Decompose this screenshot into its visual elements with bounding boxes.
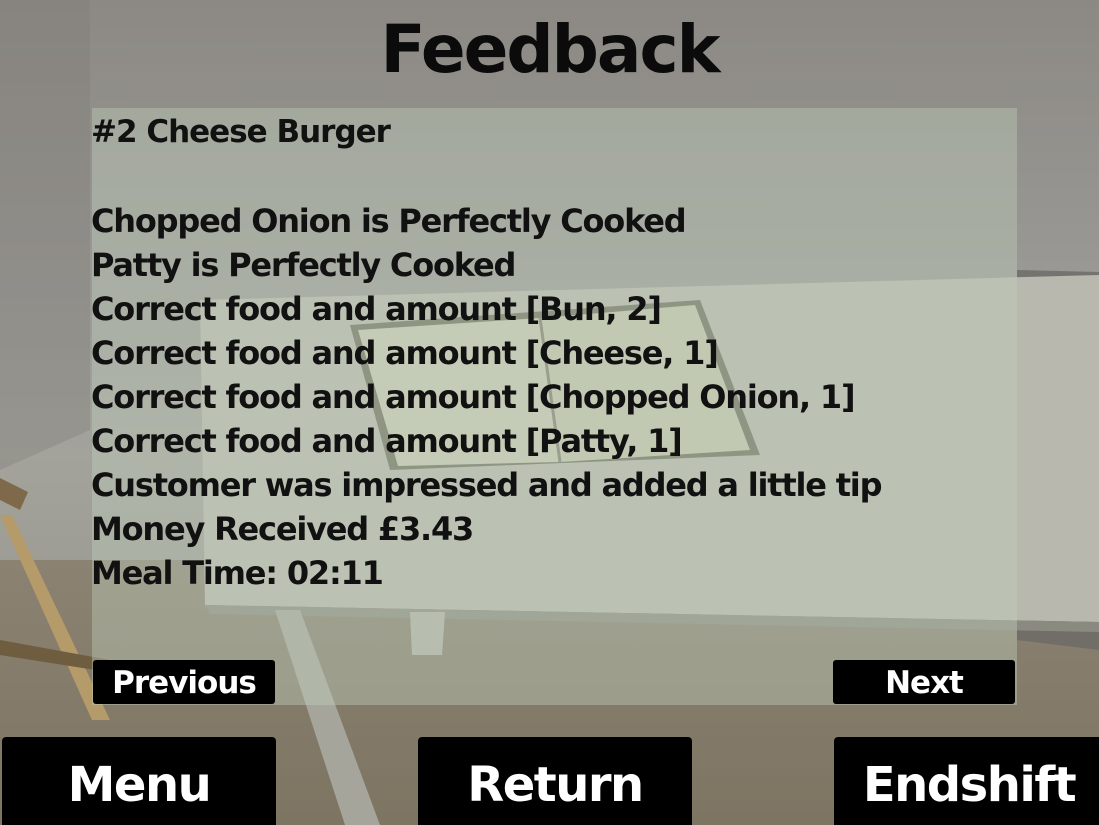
order-title: #2 Cheese Burger (91, 114, 391, 150)
feedback-line: Customer was impressed and added a littl… (91, 466, 882, 504)
feedback-line: Correct food and amount [Chopped Onion, … (91, 378, 856, 416)
feedback-line: Meal Time: 02:11 (91, 554, 384, 592)
page-title: Feedback (380, 11, 721, 88)
feedback-line: Correct food and amount [Patty, 1] (91, 422, 683, 460)
previous-button[interactable]: Previous (93, 660, 275, 704)
feedback-line: Correct food and amount [Cheese, 1] (91, 334, 719, 372)
feedback-line: Money Received £3.43 (91, 510, 474, 548)
feedback-lines: Chopped Onion is Perfectly Cooked Patty … (91, 199, 882, 595)
next-button[interactable]: Next (833, 660, 1015, 704)
return-button[interactable]: Return (418, 737, 692, 825)
feedback-line: Chopped Onion is Perfectly Cooked (91, 202, 687, 240)
feedback-line: Correct food and amount [Bun, 2] (91, 290, 662, 328)
feedback-line: Patty is Perfectly Cooked (91, 246, 516, 284)
game-screen: Feedback #2 Cheese Burger Chopped Onion … (0, 0, 1099, 825)
menu-button[interactable]: Menu (2, 737, 276, 825)
endshift-button[interactable]: Endshift (834, 737, 1099, 825)
